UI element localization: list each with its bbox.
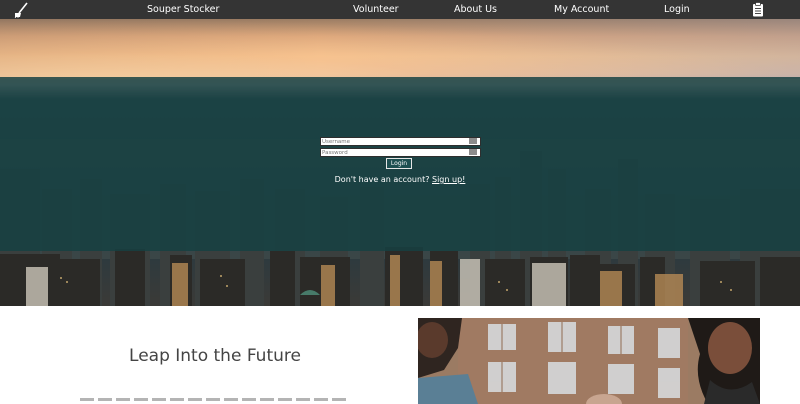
username-input[interactable]	[320, 137, 481, 146]
login-button[interactable]: Login	[386, 158, 412, 169]
nav-about-us[interactable]: About Us	[454, 0, 497, 19]
key-icon	[469, 149, 477, 155]
section-text-cut-off	[80, 398, 350, 401]
nav-volunteer[interactable]: Volunteer	[353, 0, 399, 19]
key-icon	[469, 138, 477, 144]
signup-prompt-text: Don't have an account?	[334, 175, 430, 184]
section-title: Leap Into the Future	[129, 346, 301, 366]
people-photo	[418, 318, 760, 404]
people-photo-image	[418, 318, 760, 404]
mop-icon[interactable]	[12, 2, 30, 18]
signup-prompt-line: Don't have an account? Sign up!	[300, 175, 500, 184]
nav-login[interactable]: Login	[664, 0, 690, 19]
password-input[interactable]	[320, 148, 481, 157]
nav-brand[interactable]: Souper Stocker	[147, 0, 219, 19]
signup-link[interactable]: Sign up!	[432, 175, 465, 184]
top-navbar: Souper Stocker Volunteer About Us My Acc…	[0, 0, 800, 19]
clipboard-icon[interactable]	[752, 2, 764, 17]
nav-my-account[interactable]: My Account	[554, 0, 609, 19]
